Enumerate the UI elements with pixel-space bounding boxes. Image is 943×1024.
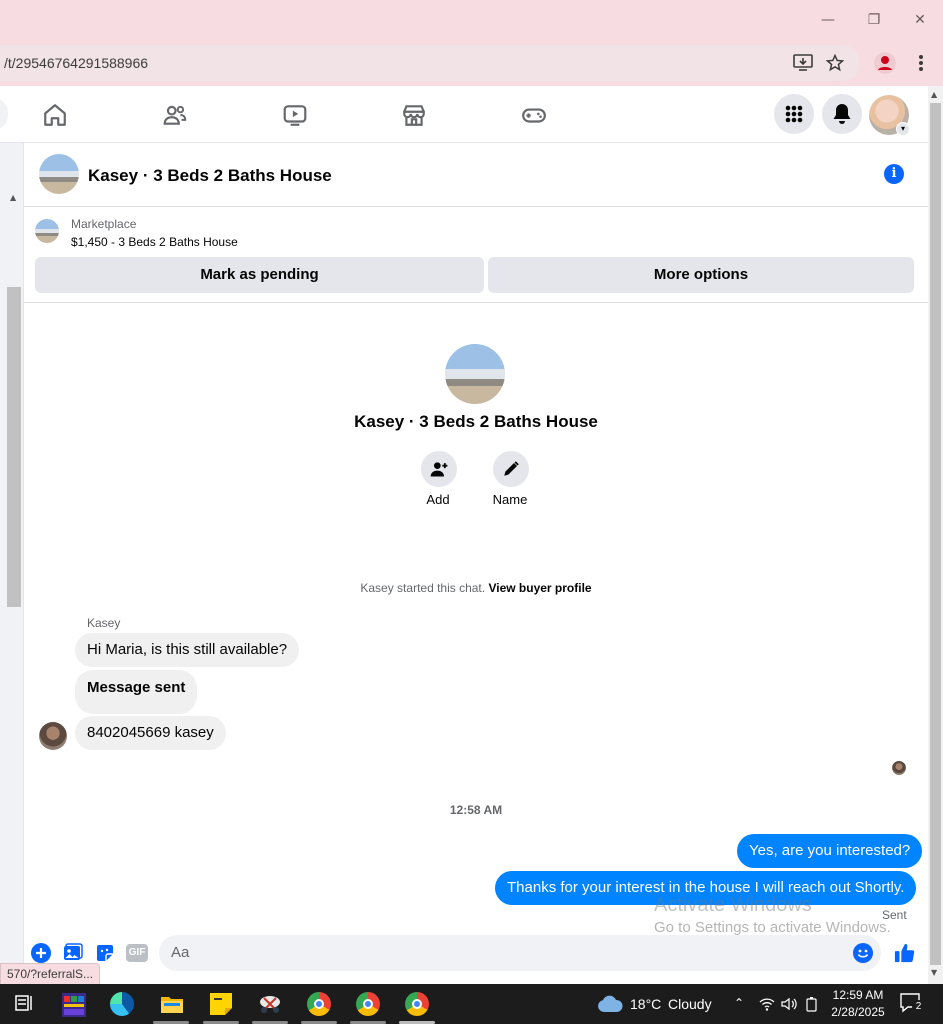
chat-header: Kasey · 3 Beds 2 Baths House i: [24, 143, 928, 207]
more-options-button[interactable]: More options: [488, 257, 914, 293]
photo-attach-icon[interactable]: [63, 943, 83, 963]
add-person-button[interactable]: [421, 451, 457, 487]
gif-icon[interactable]: GIF: [126, 943, 148, 963]
sender-avatar[interactable]: [39, 722, 67, 750]
chrome-profile-b-icon[interactable]: [356, 992, 380, 1016]
notifications-bell-icon[interactable]: [822, 94, 862, 134]
close-window-button[interactable]: ✕: [910, 10, 930, 30]
profile-name: Kasey · 3 Beds 2 Baths House: [354, 412, 598, 431]
add-label: Add: [426, 492, 450, 507]
mark-as-pending-button[interactable]: Mark as pending: [35, 257, 484, 293]
right-scroll-up-arrow[interactable]: ▲: [931, 90, 937, 99]
message-input[interactable]: Aa: [159, 935, 881, 971]
chrome-profile-a-icon[interactable]: [307, 992, 331, 1016]
install-app-icon[interactable]: [791, 51, 815, 75]
bookmark-star-icon[interactable]: [823, 51, 847, 75]
link-status-url: 570/?referralS...: [0, 963, 101, 985]
left-scroll-up-arrow[interactable]: ▲: [10, 193, 16, 202]
restore-button[interactable]: ❐: [864, 10, 884, 30]
sticker-icon[interactable]: [95, 943, 115, 963]
account-chevron-icon[interactable]: ▾: [896, 122, 910, 136]
outgoing-message[interactable]: Yes, are you interested?: [737, 834, 923, 868]
message-placeholder: Aa: [171, 944, 190, 961]
edge-browser-icon[interactable]: [110, 992, 134, 1016]
listing-title[interactable]: $1,450 - 3 Beds 2 Baths House: [71, 235, 238, 249]
gif-label: GIF: [126, 944, 148, 962]
sticky-notes-icon[interactable]: [209, 992, 233, 1016]
task-view-icon[interactable]: [13, 992, 37, 1016]
friends-icon[interactable]: [160, 100, 190, 130]
url-field[interactable]: /t/29546764291588966: [0, 45, 860, 81]
notification-center-icon[interactable]: 2: [900, 993, 925, 1015]
winrar-app-icon[interactable]: [61, 992, 86, 1017]
home-icon[interactable]: [40, 100, 70, 130]
weather-temperature[interactable]: 18°C: [630, 996, 661, 1012]
cloud-weather-icon[interactable]: [597, 995, 623, 1018]
right-scrollbar-thumb[interactable]: [930, 103, 941, 965]
chat-title[interactable]: Kasey · 3 Beds 2 Baths House: [88, 166, 332, 186]
edit-name-button[interactable]: [493, 451, 529, 487]
search-field-edge[interactable]: [0, 98, 8, 130]
tray-chevron-up-icon[interactable]: ⌃: [734, 996, 744, 1010]
clock-time: 12:59 AM: [832, 988, 884, 1002]
marketplace-label: Marketplace: [71, 217, 137, 231]
name-label: Name: [492, 492, 528, 507]
minimize-button[interactable]: —: [818, 10, 838, 30]
incoming-message[interactable]: 8402045669 kasey: [75, 716, 226, 750]
message-timestamp: 12:58 AM: [449, 803, 503, 817]
marketplace-icon[interactable]: [399, 100, 429, 130]
activate-windows-hint: Go to Settings to activate Windows.: [654, 919, 891, 936]
wifi-icon[interactable]: [759, 996, 775, 1017]
volume-icon[interactable]: [781, 996, 797, 1017]
started-text: Kasey started this chat.: [360, 581, 486, 595]
plus-actions-icon[interactable]: [31, 943, 51, 963]
gaming-icon[interactable]: [519, 100, 549, 130]
facebook-top-nav: [0, 86, 928, 143]
weather-condition[interactable]: Cloudy: [668, 996, 712, 1012]
chrome-profile-c-icon[interactable]: [405, 992, 429, 1016]
url-text: /t/29546764291588966: [4, 55, 149, 71]
profile-avatar[interactable]: [445, 344, 505, 404]
activate-windows-watermark: Activate Windows: [654, 894, 812, 916]
emoji-icon[interactable]: [853, 943, 873, 963]
listing-thumbnail[interactable]: [35, 219, 59, 243]
left-scrollbar-thumb[interactable]: [7, 287, 21, 607]
incoming-message[interactable]: Hi Maria, is this still available?: [75, 633, 300, 667]
clock-date: 2/28/2025: [831, 1005, 885, 1019]
more-menu-icon[interactable]: [909, 51, 933, 75]
right-scroll-down-arrow[interactable]: ▼: [931, 968, 937, 977]
browser-title-bar: — ❐ ✕: [0, 0, 943, 40]
battery-icon[interactable]: [805, 996, 819, 1017]
menu-grid-button[interactable]: [774, 94, 814, 134]
windows-taskbar: 18°C Cloudy ⌃ 12:59 AM 2/28/2025 2: [0, 984, 943, 1024]
chat-started-notice: Kasey started this chat. View buyer prof…: [24, 581, 928, 595]
view-buyer-profile-link[interactable]: View buyer profile: [488, 581, 591, 595]
video-icon[interactable]: [280, 100, 310, 130]
marketplace-listing-panel: Marketplace $1,450 - 3 Beds 2 Baths Hous…: [24, 207, 928, 303]
incoming-message[interactable]: Message sent: [75, 670, 198, 714]
notification-count: 2: [912, 1000, 925, 1013]
snipping-tool-icon[interactable]: [258, 992, 282, 1016]
like-thumb-icon[interactable]: [893, 941, 917, 965]
chat-avatar[interactable]: [39, 154, 79, 194]
system-clock[interactable]: 12:59 AM 2/28/2025: [826, 987, 890, 1021]
profile-icon[interactable]: [873, 51, 897, 75]
file-explorer-icon[interactable]: [160, 992, 184, 1016]
info-icon[interactable]: i: [884, 164, 904, 184]
browser-address-bar: /t/29546764291588966: [0, 40, 943, 86]
seen-indicator-avatar: [892, 761, 906, 775]
sender-name: Kasey: [87, 616, 121, 630]
